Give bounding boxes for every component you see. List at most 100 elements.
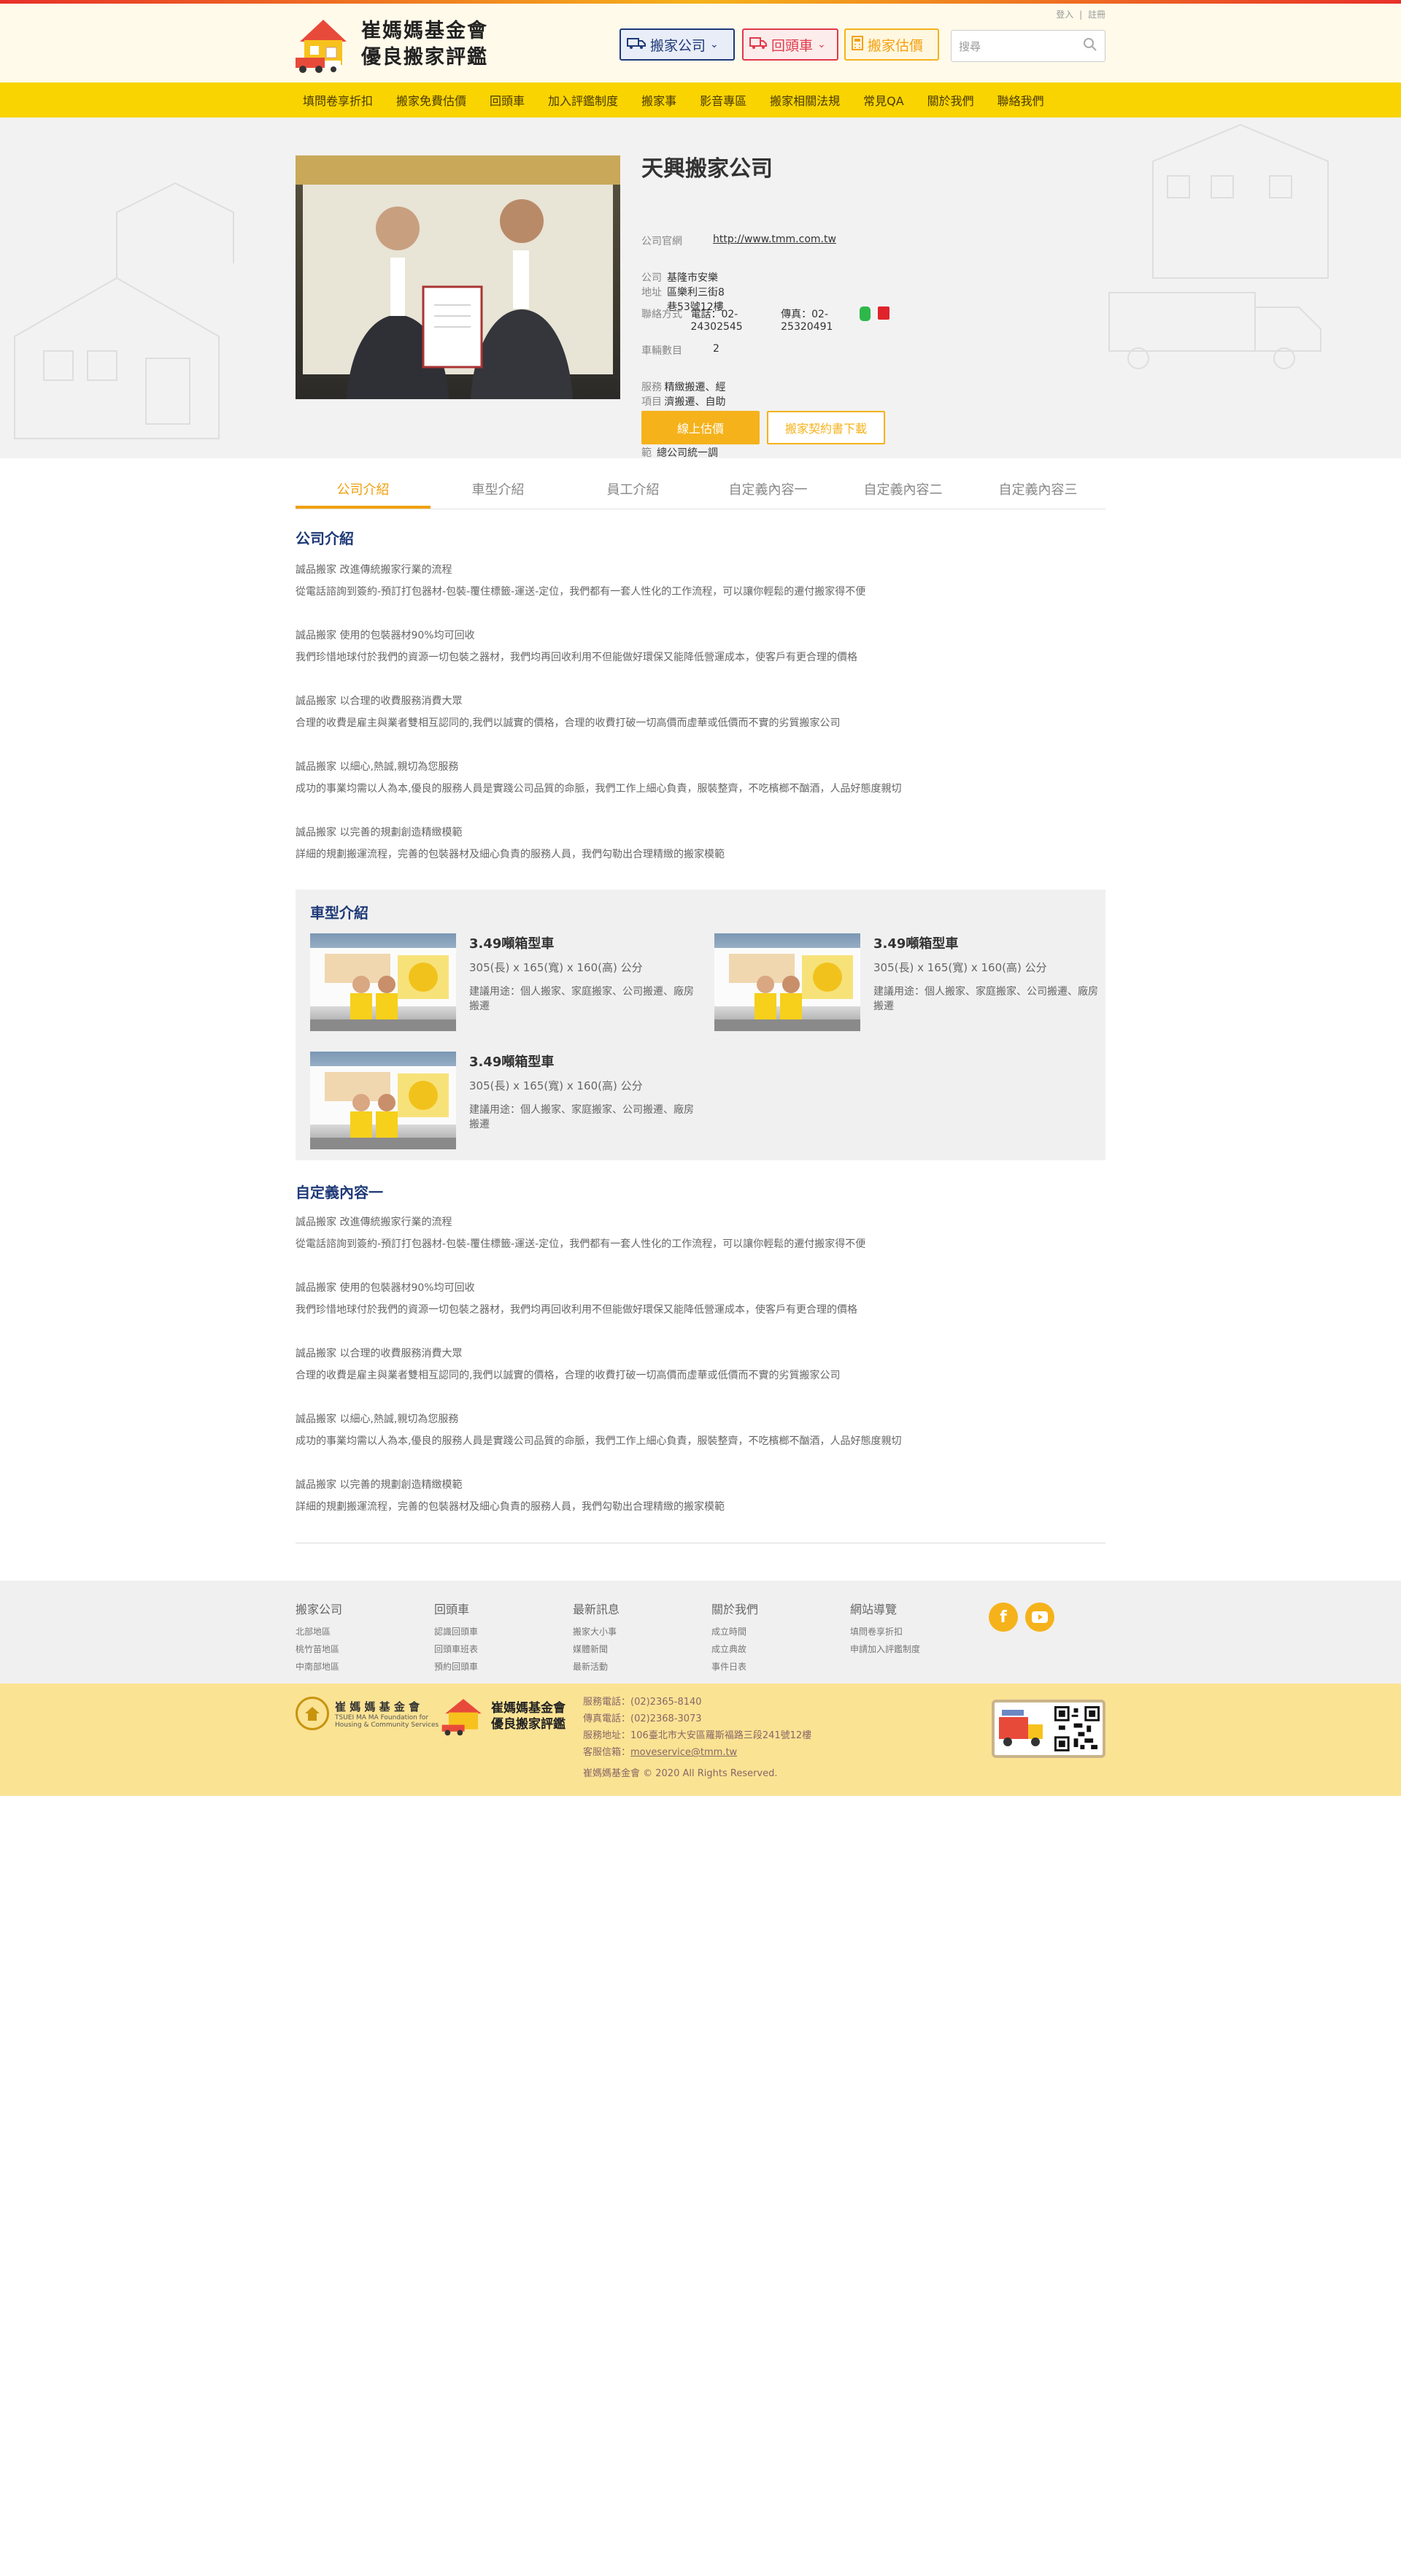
footer-logo-line2: 優良搬家評鑑 [491, 1717, 566, 1732]
paragraph-text: 詳細的規劃搬運流程，完善的包裝器材及細心負責的服務人員，我們勾勒出合理精緻的搬家… [296, 1501, 725, 1513]
vehicle-section: 車型介紹 ​ 3.49噸箱型車 305(長) x 165(寬) x 160(高) 公… [296, 890, 1105, 1160]
vehicle-name: 3.49噸箱型車 [469, 936, 555, 952]
footer-link[interactable]: 填問卷享折扣 [850, 1623, 920, 1640]
paragraph-heading: 誠品搬家 以完善的規劃創造精緻模範 [296, 1479, 463, 1491]
footer-column-title[interactable]: 網站導覽 [850, 1600, 920, 1617]
footer-link[interactable]: 中南部地區 [296, 1658, 342, 1675]
paragraph-block: 誠品搬家 以細心,熱誠,親切為您服務成功的事業均需以人為本,優良的服務人員是實踐… [296, 1408, 1105, 1452]
youtube-icon[interactable] [1025, 1603, 1054, 1632]
qr-code-box [992, 1700, 1105, 1758]
paragraph-block: 誠品搬家 以合理的收費服務消費大眾 合理的收費是雇主與業者雙相互認同的,我們以誠實… [296, 1343, 1105, 1387]
facebook-icon[interactable]: f [989, 1603, 1018, 1632]
paragraph-heading: 誠品搬家 改進傳統搬家行業的流程 [296, 564, 452, 576]
paragraph-block: 誠品搬家 以完善的規劃創造精緻模範 詳細的規劃搬運流程，完善的包裝器材及細心負責的… [296, 822, 1105, 865]
paragraph-block: 誠品搬家 以合理的收費服務消費大眾合理的收費是雇主與業者雙相互認同的,我們以誠實… [296, 690, 1105, 734]
paragraph-heading: 誠品搬家 使用的包裝器材90%均可回收 [296, 630, 475, 641]
vehicle-card[interactable]: ​ 3.49噸箱型車 305(長) x 165(寬) x 160(高) 公分建議用途… [714, 933, 1101, 1036]
footer-column: 最新訊息搬家大小事 媒體新聞 最新活動 [573, 1600, 620, 1675]
intro-title: 公司介紹 [296, 530, 354, 547]
house-logo-icon [441, 1699, 482, 1736]
paragraph-heading: 誠品搬家 使用的包裝器材90%均可回收 [296, 1282, 475, 1294]
vehicle-photo: ​ [714, 933, 860, 1031]
paragraph-block: 誠品搬家 改進傳統搬家行業的流程從電話諮詢到簽約-預訂打包器材-包裝-覆住標籤-… [296, 559, 1105, 603]
contact-line: 傳真電話：(02)2368-3073 [583, 1713, 702, 1724]
vehicle-usage: 建議用途：個人搬家、家庭搬家、公司搬遷、廠房搬遷 [469, 986, 694, 1012]
vehicle-name: 3.49噸箱型車 [873, 936, 959, 952]
foundation-name: 崔 媽 媽 基 金 會 [335, 1700, 420, 1713]
footer-link[interactable]: 北部地區 [296, 1623, 342, 1640]
paragraph-text: 合理的收費是雇主與業者雙相互認同的,我們以誠實的價格，合理的收費打破一切高價而虛… [296, 1370, 841, 1381]
vehicle-title: 車型介紹 [310, 904, 368, 922]
footer-link[interactable]: 最新活動 [573, 1658, 620, 1675]
footer-link[interactable]: 媒體新聞 [573, 1640, 620, 1658]
paragraph-block: 誠品搬家 以細心,熱誠,親切為您服務成功的事業均需以人為本,優良的服務人員是實踐… [296, 756, 1105, 800]
foundation-logo: 崔 媽 媽 基 金 會 TSUEI MA MA Foundation for H… [296, 1697, 439, 1730]
paragraph-text: 我們珍惜地球付於我們的資源一切包裝之器材，我們均再回收利用不但能做好環保又能降低… [296, 1304, 857, 1316]
foundation-en-2: Housing & Community Services [335, 1721, 439, 1729]
footer-contact: 服務電話：(02)2365-8140 傳真電話：(02)2368-3073 服務地址… [583, 1694, 811, 1782]
tab-item[interactable]: 公司介紹 [296, 474, 431, 509]
custom1-body: 誠品搬家 改進傳統搬家行業的流程 從電話諮詢到簽約-預訂打包器材-包裝-覆住標籤-… [296, 1211, 1105, 1540]
foundation-en-1: TSUEI MA MA Foundation for [335, 1713, 429, 1721]
footer-column-title[interactable]: 最新訊息 [573, 1600, 620, 1617]
footer-link[interactable]: 認識回頭車 [434, 1623, 478, 1640]
footer-link[interactable]: 申請加入評鑑制度 [850, 1640, 920, 1658]
paragraph-block: 誠品搬家 使用的包裝器材90%均可回收我們珍惜地球付於我們的資源一切包裝之器材，… [296, 625, 1105, 668]
footer-column-title[interactable]: 搬家公司 [296, 1600, 342, 1617]
paragraph-heading: 誠品搬家 以細心,熱誠,親切為您服務 [296, 1414, 459, 1425]
paragraph-heading: 誠品搬家 以細心,熱誠,親切為您服務 [296, 761, 459, 773]
footer-column-title[interactable]: 回頭車 [434, 1600, 478, 1617]
paragraph-text: 從電話諮詢到簽約-預訂打包器材-包裝-覆住標籤-運送-定位，我們都有一套人性化的… [296, 1238, 866, 1250]
custom1-title: 自定義內容一 [296, 1184, 383, 1201]
paragraph-text: 成功的事業均需以人為本,優良的服務人員是實踐公司品質的命脈，我們工作上細心負責，… [296, 783, 902, 795]
contact-line: 服務電話：(02)2365-8140 [583, 1697, 702, 1708]
footer-link[interactable]: 成立典故 [711, 1640, 758, 1658]
vehicle-size: 305(長) x 165(寬) x 160(高) 公分 [873, 961, 1047, 974]
tab-item[interactable]: 員工介紹 [566, 474, 700, 509]
tab-item[interactable]: 車型介紹 [431, 474, 566, 509]
paragraph-block: 誠品搬家 以完善的規劃創造精緻模範詳細的規劃搬運流程，完善的包裝器材及細心負責的… [296, 1474, 1105, 1518]
paragraph-block: 誠品搬家 改進傳統搬家行業的流程 從電話諮詢到簽約-預訂打包器材-包裝-覆住標籤-… [296, 1211, 1105, 1255]
truck-illustration-icon [999, 1710, 1043, 1746]
paragraph-text: 合理的收費是雇主與業者雙相互認同的,我們以誠實的價格，合理的收費打破一切高價而虛… [296, 717, 841, 729]
qr-code-icon [1054, 1706, 1100, 1751]
footer-links: f 搬家公司 北部地區 桃竹苗地區 中南部地區 回頭車 認識回頭車 回頭車班表 預約回頭車 最新… [0, 1581, 1401, 1684]
footer-link[interactable]: 事件日表 [711, 1658, 758, 1675]
foundation-emblem-icon [296, 1697, 329, 1730]
footer-column: 回頭車認識回頭車 回頭車班表 預約回頭車 [434, 1600, 478, 1675]
vehicle-card[interactable]: ​ 3.49噸箱型車 305(長) x 165(寬) x 160(高) 公分建議用途… [310, 933, 697, 1036]
vehicle-usage: 建議用途：個人搬家、家庭搬家、公司搬遷、廠房搬遷 [873, 986, 1098, 1012]
paragraph-heading: 誠品搬家 以合理的收費服務消費大眾 [296, 695, 463, 707]
email-label: 客服信箱： [583, 1747, 631, 1758]
footer-email-row: 客服信箱：moveservice@tmm.tw [583, 1744, 811, 1761]
footer-link[interactable]: 搬家大小事 [573, 1623, 620, 1640]
paragraph-text: 從電話諮詢到簽約-預訂打包器材-包裝-覆住標籤-運送-定位，我們都有一套人性化的… [296, 586, 866, 598]
footer-link[interactable]: 預約回頭車 [434, 1658, 478, 1675]
vehicle-name: 3.49噸箱型車 [469, 1054, 555, 1070]
tab-item[interactable]: 自定義內容二 [835, 474, 970, 509]
vehicle-size: 305(長) x 165(寬) x 160(高) 公分 [469, 1079, 643, 1092]
footer-column-title[interactable]: 關於我們 [711, 1600, 758, 1617]
content-column: 公司介紹 車型介紹 員工介紹 自定義內容一 自定義內容二 自定義內容三 公司介紹 誠品搬家… [296, 0, 1105, 2576]
paragraph-block: 誠品搬家 使用的包裝器材90%均可回收我們珍惜地球付於我們的資源一切包裝之器材，… [296, 1277, 1105, 1321]
vehicle-size: 305(長) x 165(寬) x 160(高) 公分 [469, 961, 643, 974]
intro-body: 誠品搬家 改進傳統搬家行業的流程從電話諮詢到簽約-預訂打包器材-包裝-覆住標籤-… [296, 559, 1105, 887]
footer-column: 搬家公司北部地區 桃竹苗地區 中南部地區 [296, 1600, 342, 1675]
paragraph-text: 成功的事業均需以人為本,優良的服務人員是實踐公司品質的命脈，我們工作上細心負責，… [296, 1435, 902, 1447]
footer-column: 網站導覽填問卷享折扣 申請加入評鑑制度 [850, 1600, 920, 1658]
footer-bottom: 崔 媽 媽 基 金 會 TSUEI MA MA Foundation for H… [0, 1684, 1401, 1796]
paragraph-text: 詳細的規劃搬運流程，完善的包裝器材及細心負責的服務人員，我們勾勒出合理精緻的搬家… [296, 849, 725, 860]
footer-link[interactable]: 回頭車班表 [434, 1640, 478, 1658]
vehicle-usage: 建議用途：個人搬家、家庭搬家、公司搬遷、廠房搬遷 [469, 1104, 694, 1130]
footer-logo-line1: 崔媽媽基金會 [491, 1701, 566, 1716]
footer-link[interactable]: 成立時間 [711, 1623, 758, 1640]
copyright: 崔媽媽基金會 © 2020 All Rights Reserved. [583, 1768, 778, 1779]
vehicle-card[interactable]: ​ 3.49噸箱型車 305(長) x 165(寬) x 160(高) 公分建議用途… [310, 1052, 697, 1154]
tab-item[interactable]: 自定義內容一 [700, 474, 835, 509]
footer-link[interactable]: 桃竹苗地區 [296, 1640, 342, 1658]
paragraph-text: 我們珍惜地球付於我們的資源一切包裝之器材，我們均再回收利用不但能做好環保又能降低… [296, 652, 857, 663]
company-tabs: 公司介紹 車型介紹 員工介紹 自定義內容一 自定義內容二 自定義內容三 [296, 474, 1105, 509]
tab-item[interactable]: 自定義內容三 [970, 474, 1105, 509]
email-link[interactable]: moveservice@tmm.tw [630, 1747, 737, 1758]
footer-column: 關於我們成立時間 成立典故 事件日表 [711, 1600, 758, 1675]
